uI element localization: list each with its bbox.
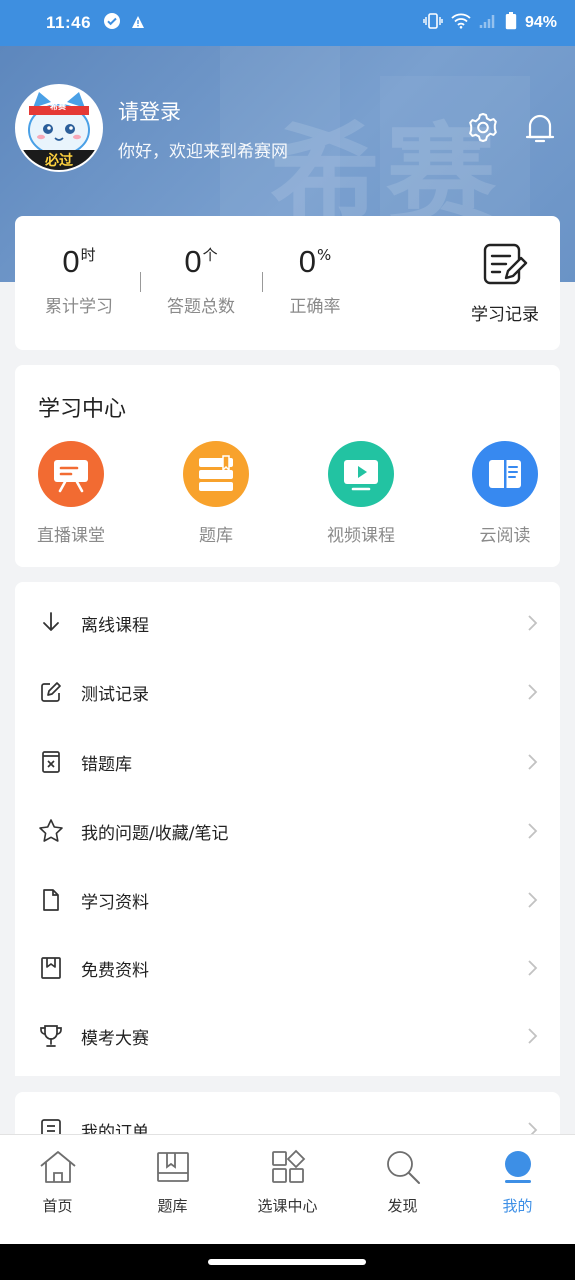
stat-unit: 时 <box>80 246 96 264</box>
warning-icon <box>131 14 145 33</box>
chevron-right-icon <box>528 823 538 839</box>
notifications-button[interactable] <box>522 110 558 146</box>
stats-card: 0时 累计学习 0个 答题总数 0% 正确率 学习记录 <box>15 216 560 350</box>
chevron-right-icon <box>528 960 538 976</box>
pencil-square-icon <box>38 679 64 705</box>
download-icon <box>38 610 64 636</box>
stat-unit: % <box>316 246 332 264</box>
battery-percent: 94% <box>524 14 557 31</box>
nav-label: 选课中心 <box>257 1197 318 1215</box>
menu-item-label: 错题库 <box>81 754 132 775</box>
menu-item-label: 免费资料 <box>81 960 149 981</box>
bell-icon <box>525 114 555 143</box>
menu-item-label: 我的问题/收藏/笔记 <box>81 823 229 844</box>
profile-icon <box>498 1147 538 1187</box>
document-icon <box>38 887 64 913</box>
center-item-label: 视频课程 <box>327 526 395 546</box>
wrong-bank-icon <box>38 749 64 775</box>
stat-label: 累计学习 <box>45 297 113 317</box>
center-item-label: 题库 <box>199 526 233 546</box>
chevron-right-icon <box>528 684 538 700</box>
settings-icon <box>469 113 497 142</box>
stat-value: 0 <box>298 244 316 279</box>
menu-item-my-questions[interactable]: 我的问题/收藏/笔记 <box>15 797 560 865</box>
stat-label: 正确率 <box>289 297 341 317</box>
home-gesture-handle[interactable] <box>208 1259 366 1265</box>
nav-home[interactable]: 首页 <box>0 1147 115 1216</box>
chevron-right-icon <box>528 754 538 770</box>
stat-value: 0 <box>62 244 80 279</box>
video-icon <box>328 441 394 507</box>
star-icon <box>38 818 64 844</box>
menu-item-test-records[interactable]: 测试记录 <box>15 658 560 726</box>
status-time: 11:46 <box>46 13 92 32</box>
nav-course-center[interactable]: 选课中心 <box>230 1147 345 1216</box>
center-item-label: 云阅读 <box>479 526 531 546</box>
menu-item-wrong-questions[interactable]: 错题库 <box>15 728 560 796</box>
cloud-reading-button[interactable]: 云阅读 <box>455 441 555 546</box>
gesture-bar <box>0 1244 575 1280</box>
stat-value: 0 <box>184 244 202 279</box>
nav-label: 首页 <box>42 1197 73 1215</box>
menu-item-label: 模考大赛 <box>81 1028 149 1049</box>
video-course-button[interactable]: 视频课程 <box>311 441 411 546</box>
learning-center-card: 学习中心 直播课堂 题库 视频课程 云阅读 <box>15 365 560 567</box>
menu-item-label: 学习资料 <box>81 892 149 913</box>
grid-icon <box>268 1147 308 1187</box>
avatar[interactable]: 希赛 必过 <box>15 84 103 172</box>
menu-item-study-materials[interactable]: 学习资料 <box>15 866 560 934</box>
menu-item-label: 离线课程 <box>81 615 149 636</box>
menu-item-free-materials[interactable]: 免费资料 <box>15 934 560 1002</box>
menu-list: 离线课程 测试记录 错题库 我的问题/收藏/笔记 学习资料 免费资料 模考大赛 <box>15 582 560 1076</box>
signal-icon <box>479 13 497 34</box>
presentation-icon <box>38 441 104 507</box>
stat-accuracy[interactable]: 0% 正确率 <box>255 244 375 317</box>
status-bar: 11:46 94% <box>0 0 575 46</box>
nav-profile[interactable]: 我的 <box>460 1147 575 1216</box>
nav-question-bank[interactable]: 题库 <box>115 1147 230 1216</box>
study-record-button[interactable]: 学习记录 <box>455 242 555 325</box>
menu-item-label: 测试记录 <box>81 684 149 705</box>
check-circle-icon <box>103 12 121 34</box>
battery-icon <box>505 11 517 35</box>
stat-study-time[interactable]: 0时 累计学习 <box>19 244 139 317</box>
stat-label: 答题总数 <box>167 297 235 317</box>
learning-center-title: 学习中心 <box>38 397 127 422</box>
chevron-right-icon <box>528 1028 538 1044</box>
search-icon <box>383 1147 423 1187</box>
chevron-right-icon <box>528 615 538 631</box>
study-record-label: 学习记录 <box>471 305 539 325</box>
live-class-button[interactable]: 直播课堂 <box>21 441 121 546</box>
trophy-icon <box>38 1023 64 1049</box>
nav-discover[interactable]: 发现 <box>345 1147 460 1216</box>
menu-item-offline-courses[interactable]: 离线课程 <box>15 589 560 657</box>
nav-label: 发现 <box>387 1197 418 1215</box>
avatar-badge: 必过 <box>45 153 73 169</box>
greeting-text: 你好，欢迎来到希赛网 <box>118 142 288 162</box>
menu-item-mock-exam[interactable]: 模考大赛 <box>15 1002 560 1070</box>
vibrate-icon <box>423 12 443 34</box>
login-prompt[interactable]: 请登录 <box>118 96 181 126</box>
question-bank-button[interactable]: 题库 <box>166 441 266 546</box>
bottom-nav: 首页 题库 选课中心 发现 我的 <box>0 1134 575 1244</box>
edit-note-icon <box>483 243 528 285</box>
question-bank-icon <box>153 1147 193 1187</box>
avatar-band-text: 希赛 <box>50 102 66 111</box>
center-item-label: 直播课堂 <box>37 526 105 546</box>
chevron-right-icon <box>528 892 538 908</box>
stat-unit: 个 <box>202 246 218 264</box>
wifi-icon <box>451 13 471 34</box>
book-icon <box>472 441 538 507</box>
bookmark-icon <box>38 955 64 981</box>
nav-label: 题库 <box>157 1197 188 1215</box>
settings-button[interactable] <box>465 110 501 146</box>
home-icon <box>38 1147 78 1187</box>
nav-label: 我的 <box>502 1197 533 1215</box>
question-bank-icon <box>183 441 249 507</box>
stat-answer-count[interactable]: 0个 答题总数 <box>141 244 261 317</box>
